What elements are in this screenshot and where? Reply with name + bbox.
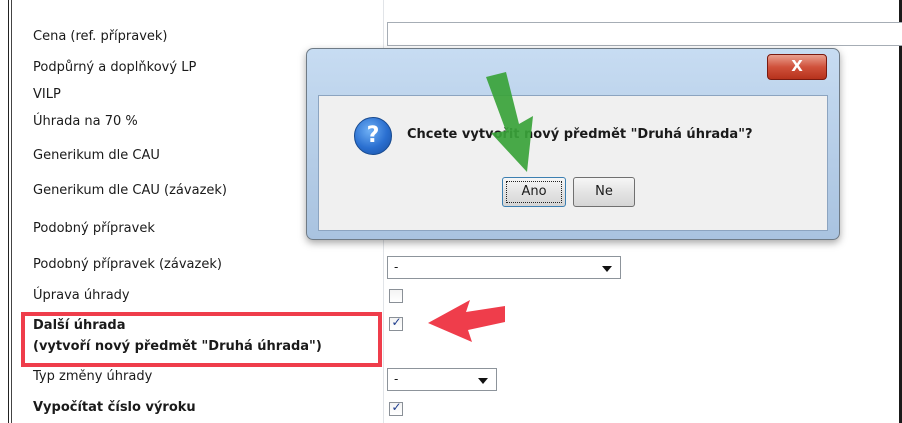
focus-rect bbox=[506, 181, 562, 203]
uprava-uhrady-checkbox[interactable] bbox=[389, 289, 403, 303]
dropdown-arrow-icon bbox=[602, 266, 612, 272]
no-button-label: Ne bbox=[595, 184, 613, 199]
label-generikum-zavazek: Generikum dle CAU (závazek) bbox=[33, 183, 227, 198]
confirm-dialog: X ? Chcete vytvořit nový předmět "Druhá … bbox=[306, 48, 840, 240]
no-button[interactable]: Ne bbox=[573, 177, 635, 207]
vypocitat-checkbox[interactable]: ✓ bbox=[389, 400, 403, 416]
dialog-message: Chcete vytvořit nový předmět "Druhá úhra… bbox=[407, 127, 753, 142]
question-icon: ? bbox=[354, 117, 392, 155]
check-icon: ✓ bbox=[391, 315, 402, 329]
podobny-zavazek-value: - bbox=[394, 260, 399, 274]
label-vypocitat: Vypočítat číslo výroku bbox=[33, 400, 196, 415]
highlight-box bbox=[21, 312, 382, 367]
yes-button[interactable]: Ano bbox=[502, 177, 566, 207]
label-cena: Cena (ref. přípravek) bbox=[33, 29, 168, 44]
label-generikum: Generikum dle CAU bbox=[33, 148, 160, 163]
cena-input[interactable] bbox=[387, 22, 902, 46]
label-uhrada-70: Úhrada na 70 % bbox=[33, 114, 138, 129]
label-vilp: VILP bbox=[33, 87, 61, 102]
dialog-content: ? Chcete vytvořit nový předmět "Druhá úh… bbox=[318, 95, 828, 231]
label-uprava-uhrady: Úprava úhrady bbox=[33, 288, 130, 303]
podobny-zavazek-select[interactable]: - bbox=[387, 256, 621, 279]
typ-zmeny-value: - bbox=[394, 372, 399, 386]
window-left-border bbox=[0, 0, 14, 423]
label-podobny-zavazek: Podobný přípravek (závazek) bbox=[33, 257, 222, 272]
label-typ-zmeny: Typ změny úhrady bbox=[33, 369, 153, 384]
label-podpurny: Podpůrný a doplňkový LP bbox=[33, 60, 197, 75]
typ-zmeny-select[interactable]: - bbox=[387, 368, 497, 391]
dropdown-arrow-icon bbox=[478, 378, 488, 384]
label-podobny: Podobný přípravek bbox=[33, 221, 155, 236]
close-button[interactable]: X bbox=[767, 54, 827, 80]
dalsi-uhrada-checkbox[interactable]: ✓ bbox=[389, 315, 403, 331]
check-icon: ✓ bbox=[391, 400, 402, 414]
